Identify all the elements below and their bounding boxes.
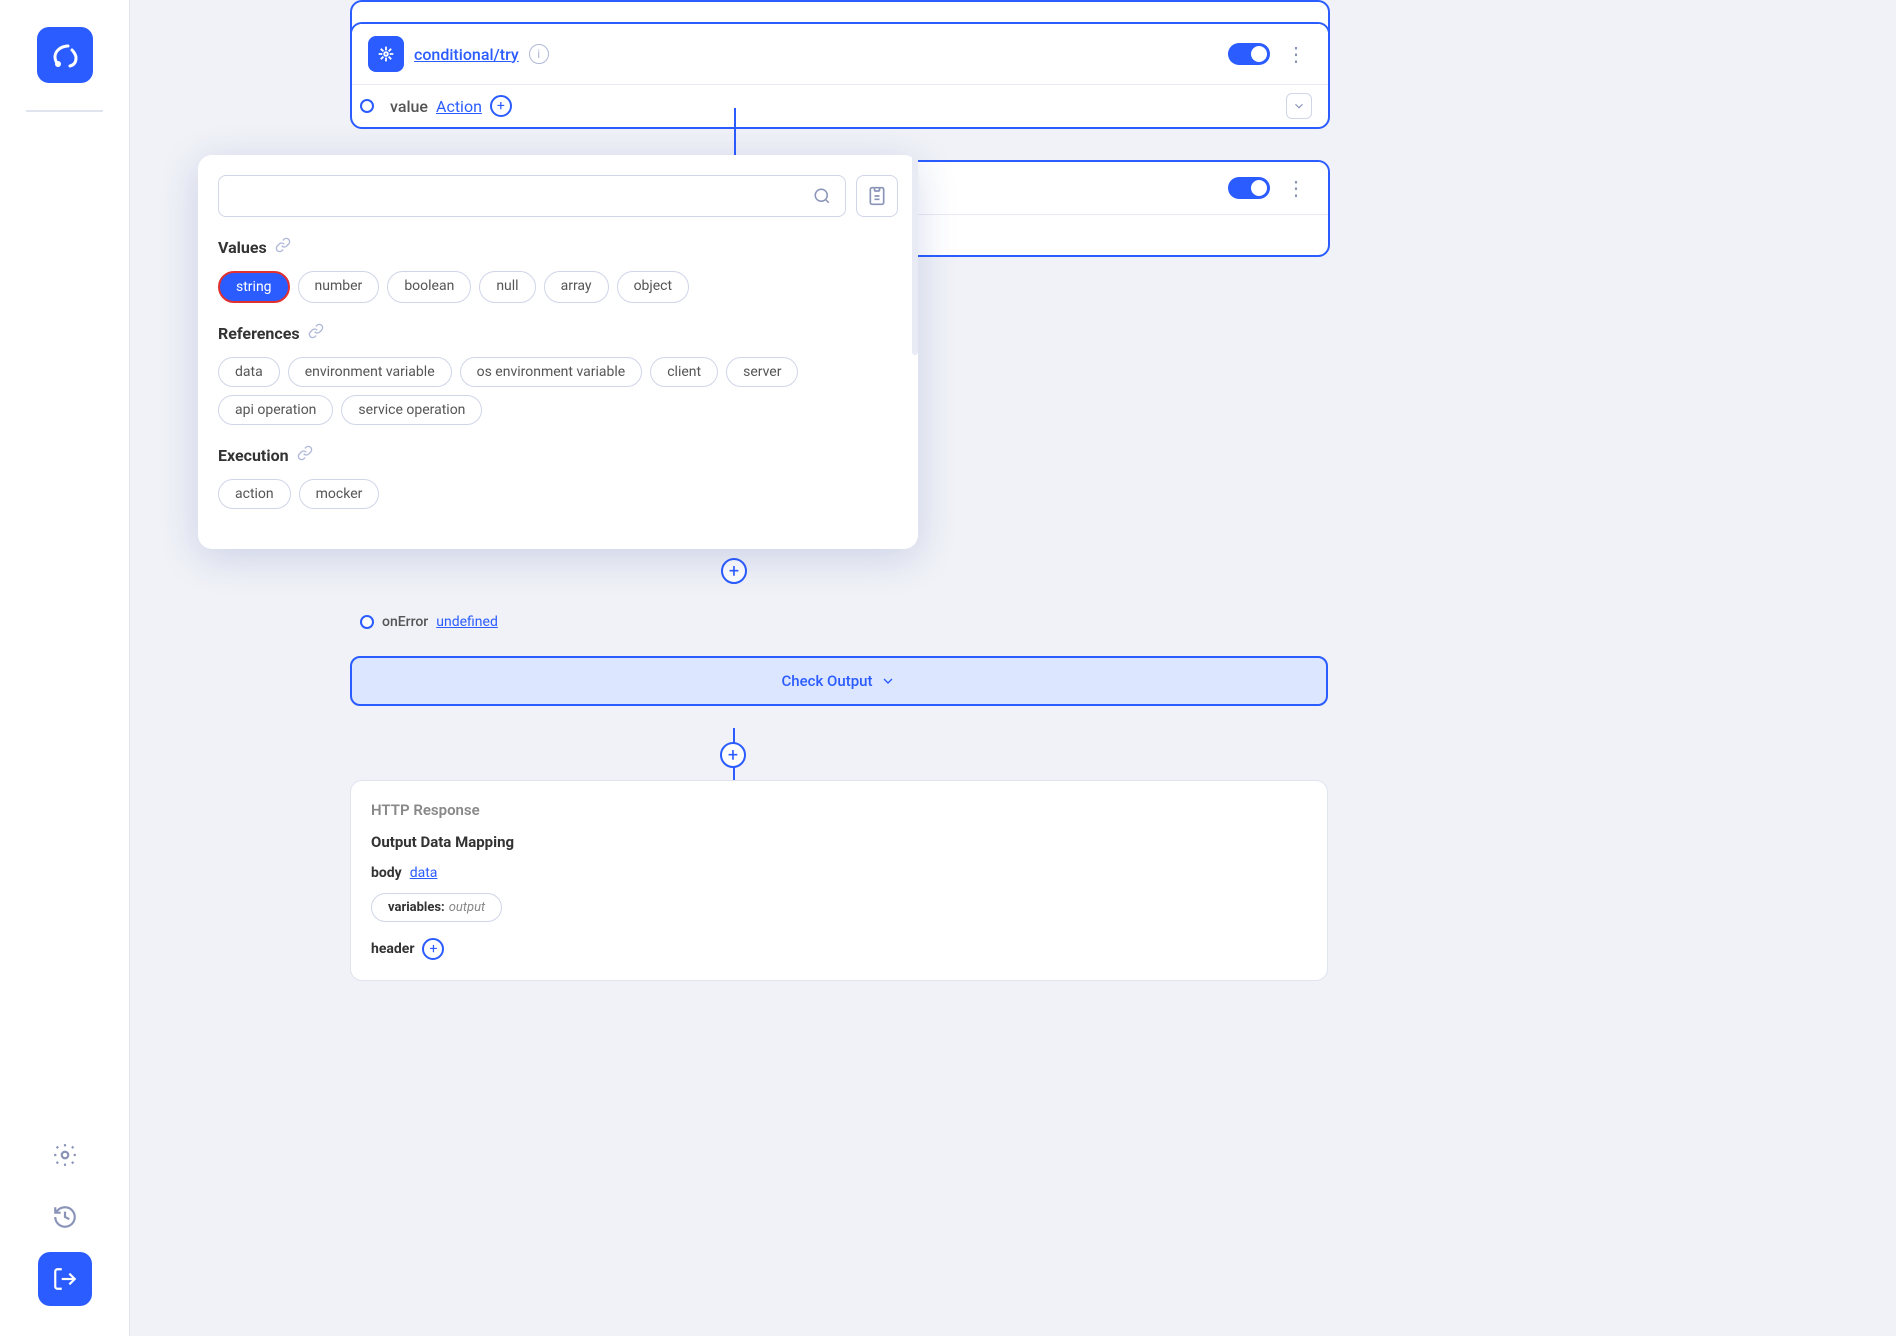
chip-client[interactable]: client (650, 357, 718, 387)
references-label: References (218, 324, 300, 343)
variables-label: variables: (388, 900, 445, 915)
node-actions: ⋮ (1228, 40, 1312, 68)
chip-object[interactable]: object (617, 271, 690, 303)
node-header: conditional/try i ⋮ (352, 24, 1328, 84)
on-error-dot (360, 615, 374, 629)
value-action-link[interactable]: Action (436, 97, 482, 116)
chip-os-env-var[interactable]: os environment variable (460, 357, 643, 387)
sidebar-divider (26, 110, 103, 112)
check-output-btn[interactable]: Check Output (350, 656, 1328, 706)
chip-api-operation[interactable]: api operation (218, 395, 333, 425)
clipboard-btn[interactable] (856, 175, 898, 217)
sidebar-logo (25, 10, 105, 100)
collapse-btn[interactable] (1286, 93, 1312, 119)
node-title[interactable]: conditional/try (414, 45, 519, 64)
chip-null[interactable]: null (479, 271, 535, 303)
check-output-label: Check Output (782, 672, 873, 690)
connector-plus-1[interactable]: + (721, 558, 747, 584)
reference-chips-row: data environment variable os environment… (218, 357, 898, 425)
second-node-toggle[interactable] (1228, 177, 1270, 199)
execution-label: Execution (218, 446, 289, 465)
chip-service-operation[interactable]: service operation (341, 395, 482, 425)
values-link-icon (275, 237, 291, 257)
main-canvas: conditional/try i ⋮ value Action + (130, 0, 1896, 1336)
variables-value: output (449, 900, 485, 915)
header-label: header (371, 941, 414, 957)
dropdown-popup: Values string number boolean null (198, 155, 918, 549)
chip-boolean[interactable]: boolean (387, 271, 471, 303)
body-row: body data (371, 865, 1307, 881)
node-info-icon[interactable]: i (529, 44, 549, 64)
value-connector-dot (360, 99, 374, 113)
http-response-title: HTTP Response (371, 801, 1307, 819)
references-section-title: References (218, 323, 898, 343)
chip-server[interactable]: server (726, 357, 798, 387)
http-response-section: HTTP Response Output Data Mapping body d… (350, 780, 1328, 981)
sidebar-nav (0, 1128, 129, 1306)
chip-number[interactable]: number (298, 271, 380, 303)
on-error-value[interactable]: undefined (436, 614, 498, 630)
body-link[interactable]: data (410, 865, 438, 881)
connector-plus-2[interactable]: + (720, 742, 746, 768)
value-row: value Action + (352, 84, 1328, 127)
sidebar-item-logout[interactable] (38, 1252, 92, 1306)
scroll-hint (912, 155, 918, 355)
on-error-row: onError undefined (360, 614, 498, 630)
output-mapping-title: Output Data Mapping (371, 833, 1307, 851)
sidebar (0, 0, 130, 1336)
search-input[interactable] (233, 188, 805, 205)
value-chips-row: string number boolean null array object (218, 271, 898, 303)
chip-data[interactable]: data (218, 357, 280, 387)
search-box (218, 175, 846, 217)
value-label: value (390, 97, 428, 116)
node-menu-dots[interactable]: ⋮ (1280, 40, 1312, 68)
on-error-label: onError (382, 614, 428, 630)
chip-action[interactable]: action (218, 479, 291, 509)
values-section-title: Values (218, 237, 898, 257)
node-icon (368, 36, 404, 72)
value-add-btn[interactable]: + (490, 95, 512, 117)
second-node-menu[interactable]: ⋮ (1280, 174, 1312, 202)
node-toggle[interactable] (1228, 43, 1270, 65)
logo-icon (37, 27, 93, 83)
search-row (218, 175, 898, 217)
header-row: header + (371, 938, 1307, 960)
execution-link-icon (297, 445, 313, 465)
header-add-btn[interactable]: + (422, 938, 444, 960)
conditional-try-node: conditional/try i ⋮ value Action + (350, 22, 1330, 129)
chip-string[interactable]: string (218, 271, 290, 303)
chip-array[interactable]: array (544, 271, 609, 303)
variables-chip: variables: output (371, 893, 502, 922)
references-link-icon (308, 323, 324, 343)
values-label: Values (218, 238, 267, 257)
execution-section-title: Execution (218, 445, 898, 465)
execution-chips-row: action mocker (218, 479, 898, 509)
chip-mocker[interactable]: mocker (299, 479, 380, 509)
search-icon (813, 187, 831, 205)
body-label: body (371, 865, 402, 881)
chip-env-var[interactable]: environment variable (288, 357, 452, 387)
sidebar-item-settings[interactable] (38, 1128, 92, 1182)
sidebar-item-history[interactable] (38, 1190, 92, 1244)
